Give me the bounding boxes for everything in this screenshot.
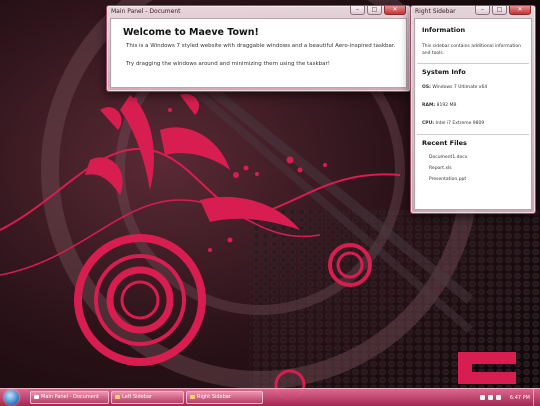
minimize-button[interactable]: – xyxy=(350,6,365,15)
taskbar-item-left-sidebar[interactable]: Left Sidebar xyxy=(111,391,184,404)
information-text: This sidebar contains additional informa… xyxy=(422,44,521,56)
minimize-button[interactable]: – xyxy=(475,6,490,15)
right-sidebar-window[interactable]: Right Sidebar – □ ✕ Information This sid… xyxy=(410,5,536,214)
clock[interactable]: 6:47 PM xyxy=(510,395,530,401)
main-panel-title: Main Panel - Document xyxy=(111,8,181,15)
minimize-icon: – xyxy=(481,6,484,13)
recent-file-item[interactable]: Presentation.ppt xyxy=(415,177,531,182)
close-button[interactable]: ✕ xyxy=(509,6,531,15)
right-sidebar-title: Right Sidebar xyxy=(415,8,456,15)
network-icon[interactable] xyxy=(479,395,485,400)
folder-icon xyxy=(190,394,195,399)
minimize-icon: – xyxy=(356,6,359,13)
document-icon xyxy=(34,394,39,399)
os-info: OS: Windows 7 Ultimate x64 xyxy=(415,84,531,91)
right-sidebar-titlebar[interactable]: Right Sidebar – □ ✕ xyxy=(411,6,535,18)
close-icon: ✕ xyxy=(392,6,398,13)
system-info-heading: System Info xyxy=(422,68,466,76)
taskbar-item-right-sidebar[interactable]: Right Sidebar xyxy=(186,391,263,404)
cpu-info: CPU: Intel i7 Extreme 9809 xyxy=(415,120,531,127)
close-button[interactable]: ✕ xyxy=(384,6,406,15)
recent-file-item[interactable]: Report.xls xyxy=(415,166,531,171)
taskbar-item-label: Main Panel - Document xyxy=(41,394,99,400)
instructions-paragraph: Try dragging the windows around and mini… xyxy=(126,61,330,67)
close-icon: ✕ xyxy=(517,6,523,13)
taskbar-item-label: Left Sidebar xyxy=(122,394,153,400)
divider xyxy=(417,63,529,64)
information-heading: Information xyxy=(422,26,466,34)
folder-icon xyxy=(115,394,120,399)
maximize-icon: □ xyxy=(371,6,378,13)
main-panel-window[interactable]: Main Panel - Document – □ ✕ Welcome to M… xyxy=(106,5,411,92)
show-desktop-button[interactable] xyxy=(533,389,540,406)
main-panel-content: Welcome to Maeve Town! This is a Windows… xyxy=(110,18,407,88)
cpu-label: CPU: xyxy=(422,121,435,126)
taskbar-item-main-panel[interactable]: Main Panel - Document xyxy=(30,391,109,404)
os-value: Windows 7 Ultimate x64 xyxy=(432,85,488,90)
system-tray: 6:47 PM xyxy=(470,389,540,406)
maximize-button[interactable]: □ xyxy=(367,6,382,15)
recent-files-heading: Recent Files xyxy=(422,139,467,147)
maximize-button[interactable]: □ xyxy=(492,6,507,15)
os-label: OS: xyxy=(422,85,431,90)
welcome-heading: Welcome to Maeve Town! xyxy=(123,27,259,38)
intro-paragraph: This is a Windows 7 styled website with … xyxy=(126,43,396,49)
ram-label: RAM: xyxy=(422,103,436,108)
ram-info: RAM: 8192 MB xyxy=(415,102,531,109)
recent-file-item[interactable]: Document1.docx xyxy=(415,155,531,160)
right-sidebar-content: Information This sidebar contains additi… xyxy=(414,18,532,210)
divider xyxy=(417,134,529,135)
main-panel-titlebar[interactable]: Main Panel - Document – □ ✕ xyxy=(107,6,410,18)
maximize-icon: □ xyxy=(496,6,503,13)
taskbar: Main Panel - Document Left Sidebar Right… xyxy=(0,388,540,406)
flag-icon[interactable] xyxy=(495,395,501,400)
ram-value: 8192 MB xyxy=(436,103,457,108)
volume-icon[interactable] xyxy=(487,395,493,400)
taskbar-item-label: Right Sidebar xyxy=(197,394,231,400)
start-button[interactable] xyxy=(4,390,19,405)
cpu-value: Intel i7 Extreme 9809 xyxy=(435,121,485,126)
